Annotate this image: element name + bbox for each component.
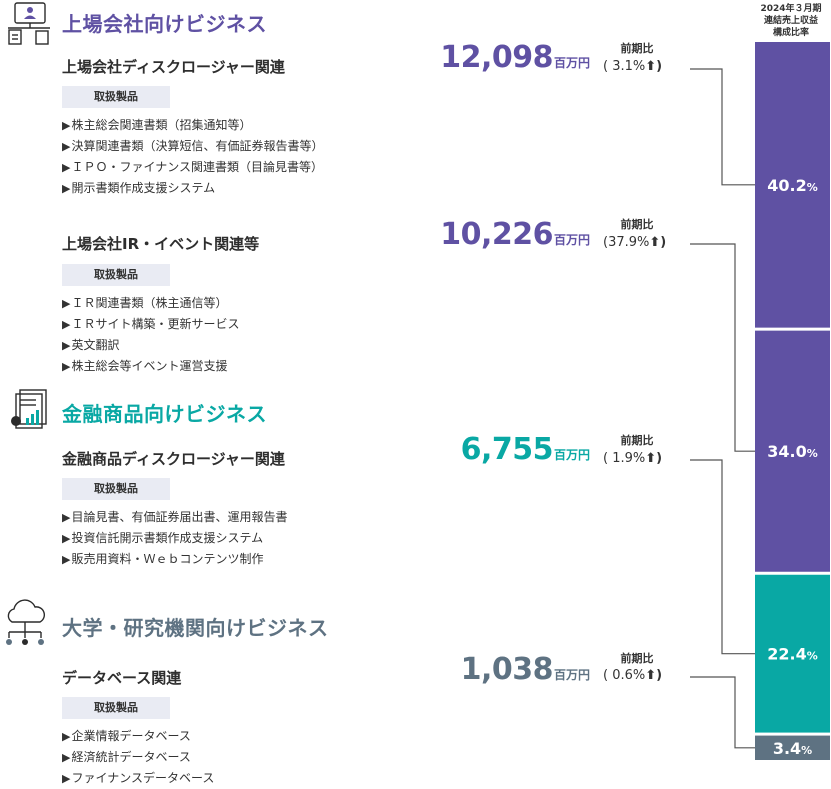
connector-line-3	[690, 459, 755, 655]
connector-line-4	[690, 676, 755, 749]
connector-line-2	[690, 243, 755, 452]
connector-line-1	[690, 68, 755, 186]
composition-chart: 40.2%34.0%22.4%3.4%	[690, 42, 830, 760]
